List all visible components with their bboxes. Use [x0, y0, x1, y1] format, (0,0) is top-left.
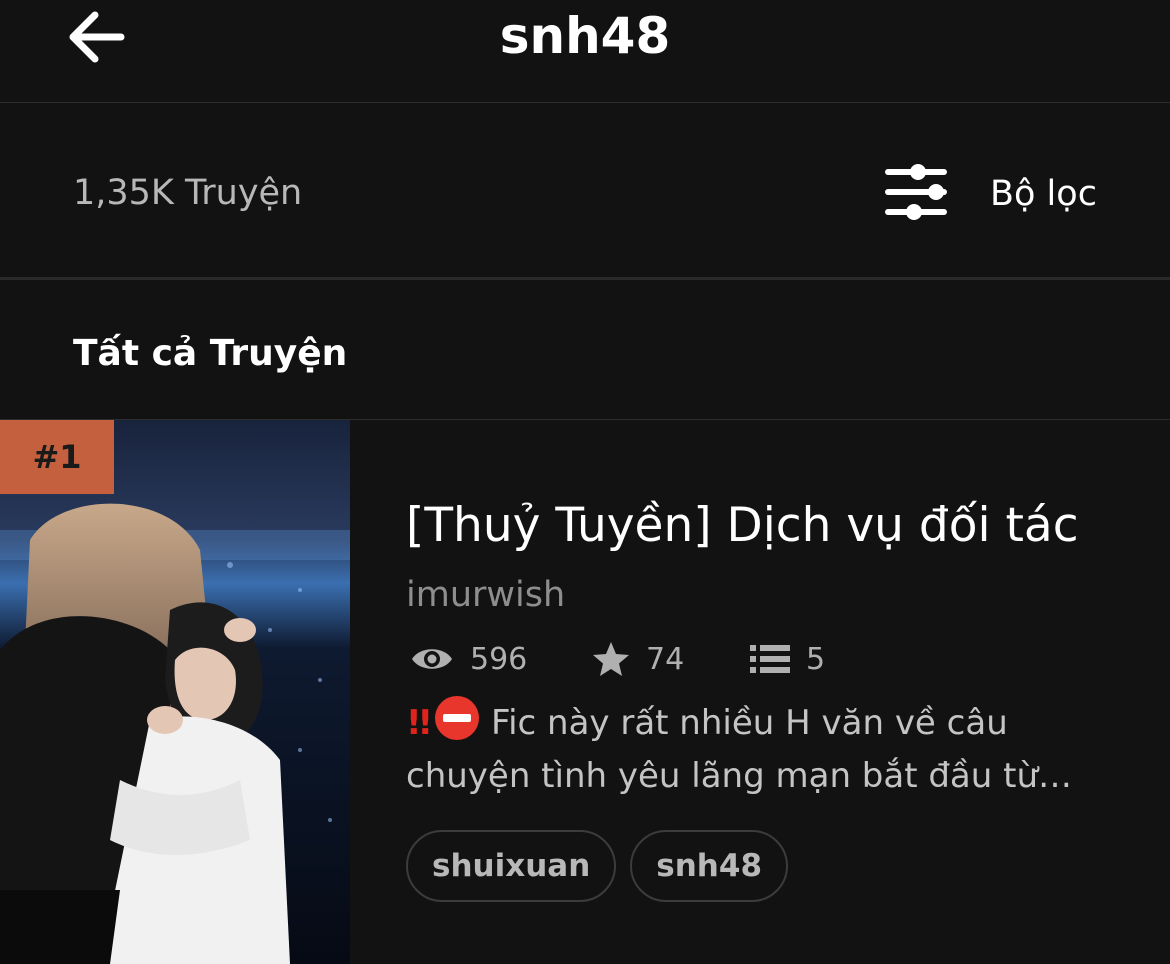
- page-title: snh48: [499, 7, 671, 65]
- sliders-icon: [885, 164, 947, 220]
- tag-chip[interactable]: snh48: [630, 830, 789, 902]
- story-cover-image[interactable]: [0, 420, 350, 964]
- votes-count: 74: [646, 641, 685, 677]
- parts-count: 5: [806, 641, 826, 677]
- filter-label: Bộ lọc: [990, 174, 1097, 214]
- no-entry-icon: [435, 696, 480, 740]
- story-description: !! Fic này rất nhiều H văn về câu chuyện …: [406, 696, 1126, 803]
- description-line-2: chuyện tình yêu lãng mạn bắt đầu từ…: [406, 756, 1073, 796]
- parts-stat: 5: [750, 636, 825, 682]
- views-stat: 596: [410, 636, 527, 682]
- views-count: 596: [470, 641, 528, 677]
- story-count: 1,35K Truyện: [73, 173, 303, 213]
- list-icon: [750, 645, 790, 673]
- rank-badge: #1: [0, 420, 114, 494]
- votes-stat: 74: [592, 636, 684, 682]
- eye-icon: [412, 649, 452, 669]
- star-icon: [593, 642, 629, 676]
- story-author[interactable]: imurwish: [406, 570, 565, 620]
- double-exclamation-icon: !!: [406, 703, 433, 743]
- tag-list: shuixuan snh48: [406, 830, 789, 902]
- description-text-1: Fic này rất nhiều H văn về câu: [491, 703, 1008, 743]
- story-title[interactable]: [Thuỷ Tuyền] Dịch vụ đối tác: [406, 494, 1079, 558]
- cover-illustration: [0, 420, 350, 964]
- filter-button[interactable]: Bộ lọc: [880, 158, 1110, 230]
- tag-chip[interactable]: shuixuan: [406, 830, 617, 902]
- top-bar: snh48: [0, 0, 1170, 103]
- section-title: Tất cả Truyện: [73, 333, 348, 374]
- description-line-1: !! Fic này rất nhiều H văn về câu: [406, 696, 1126, 750]
